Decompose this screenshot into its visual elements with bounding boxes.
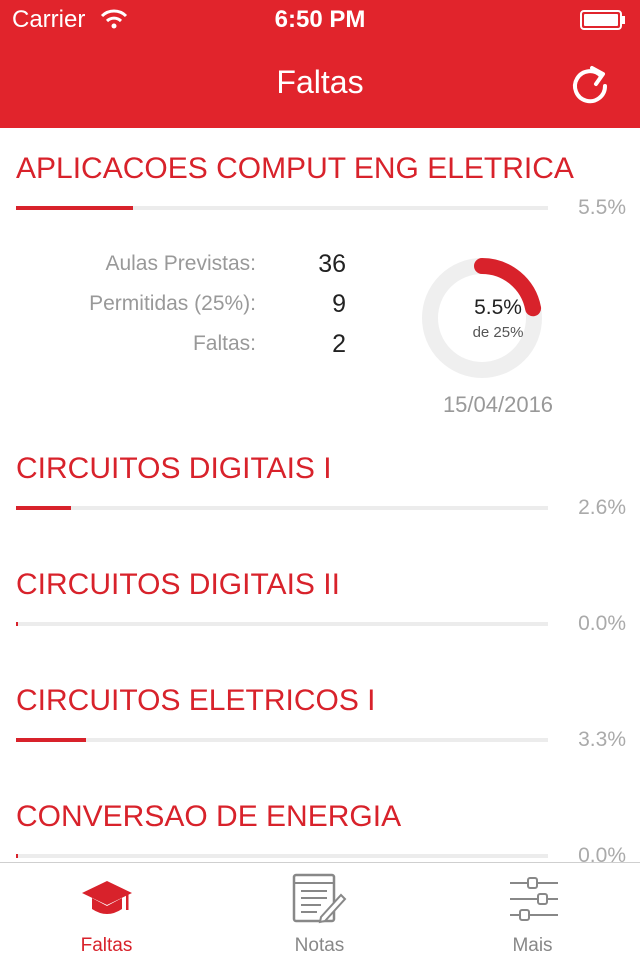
- header-bar: Carrier 6:50 PM Faltas: [0, 0, 640, 128]
- progress-track: [16, 738, 548, 742]
- progress-fill: [16, 506, 72, 510]
- course-percent: 0.0%: [578, 612, 626, 635]
- progress-fill: [16, 622, 19, 626]
- page-title: Faltas: [276, 64, 364, 100]
- progress-fill: [16, 738, 87, 742]
- absence-donut-chart: [422, 258, 542, 378]
- notebook-pencil-icon: [292, 873, 347, 924]
- course-title: APLICACOES COMPUT ENG ELETRICA: [16, 152, 574, 185]
- course-item[interactable]: APLICACOES COMPUT ENG ELETRICA 5.5% Aula…: [16, 152, 626, 422]
- course-percent: 2.6%: [578, 496, 626, 519]
- refresh-icon[interactable]: [568, 62, 612, 106]
- tab-label: Mais: [512, 935, 553, 956]
- course-item[interactable]: CIRCUITOS DIGITAIS II 0.0%: [16, 568, 626, 658]
- status-time: 6:50 PM: [274, 6, 366, 33]
- tab-faltas[interactable]: Faltas: [0, 863, 213, 961]
- course-percent: 0.0%: [578, 844, 626, 862]
- course-title: CIRCUITOS ELETRICOS I: [16, 684, 376, 717]
- progress-track: [16, 506, 548, 510]
- tab-bar: Faltas Notas Mais: [0, 862, 640, 961]
- course-item[interactable]: CIRCUITOS ELETRICOS I 3.3%: [16, 684, 626, 774]
- battery-icon: [580, 10, 625, 30]
- donut-percent: 5.5%: [474, 296, 522, 319]
- status-bar: Carrier 6:50 PM: [0, 0, 640, 40]
- progress-track: [16, 206, 548, 210]
- course-percent: 5.5%: [578, 196, 626, 219]
- tab-label: Faltas: [80, 935, 133, 956]
- faltas-value: 2: [332, 330, 346, 358]
- last-update-date: 15/04/2016: [442, 392, 554, 417]
- tab-notas[interactable]: Notas: [213, 863, 426, 961]
- courses-list[interactable]: APLICACOES COMPUT ENG ELETRICA 5.5% Aula…: [0, 128, 640, 862]
- course-title: CIRCUITOS DIGITAIS I: [16, 452, 332, 485]
- course-percent: 3.3%: [578, 728, 626, 751]
- course-title: CIRCUITOS DIGITAIS II: [16, 568, 340, 601]
- aulas-previstas-value: 36: [318, 250, 346, 278]
- sliders-icon: [510, 877, 558, 921]
- course-title: CONVERSAO DE ENERGIA: [16, 800, 402, 833]
- progress-track: [16, 622, 548, 626]
- graduation-cap-icon: [82, 881, 132, 914]
- course-item[interactable]: CIRCUITOS DIGITAIS I 2.6%: [16, 452, 626, 542]
- permitidas-label: Permitidas (25%):: [89, 292, 256, 315]
- tab-mais[interactable]: Mais: [426, 863, 639, 961]
- tab-label: Notas: [294, 935, 345, 956]
- progress-fill: [16, 854, 19, 858]
- course-item[interactable]: CONVERSAO DE ENERGIA 0.0%: [16, 800, 626, 862]
- donut-subtitle: de 25%: [472, 324, 524, 341]
- aulas-previstas-label: Aulas Previstas:: [105, 252, 256, 275]
- permitidas-value: 9: [332, 290, 346, 318]
- progress-fill: [16, 206, 134, 210]
- progress-track: [16, 854, 548, 858]
- faltas-label: Faltas:: [192, 332, 256, 355]
